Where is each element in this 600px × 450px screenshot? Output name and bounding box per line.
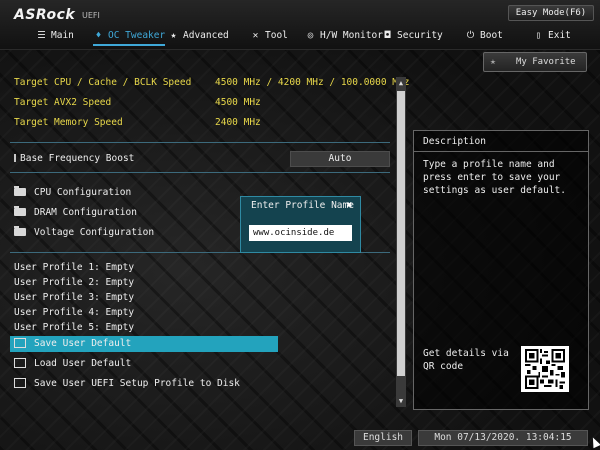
- star-icon: ✭: [490, 57, 496, 67]
- base-frequency-boost-select[interactable]: Auto: [290, 151, 390, 167]
- tab-security[interactable]: ◘ Security: [382, 26, 443, 46]
- load-user-default-item[interactable]: Load User Default: [14, 358, 131, 369]
- tab-exit[interactable]: ▯ Exit: [533, 26, 571, 46]
- summary-label: Target AVX2 Speed: [14, 97, 112, 108]
- user-profile-item[interactable]: User Profile 5: Empty: [14, 322, 134, 333]
- list-icon: ☰: [37, 30, 46, 41]
- description-text: Type a profile name and press enter to s…: [423, 159, 566, 196]
- exit-icon: ▯: [535, 30, 542, 41]
- load-icon: [14, 358, 26, 368]
- submenu-dram-configuration[interactable]: DRAM Configuration: [14, 206, 137, 218]
- divider: [10, 142, 390, 143]
- tab-main[interactable]: ☰ Main: [36, 26, 74, 46]
- my-favorite-button[interactable]: ✭ My Favorite: [483, 52, 587, 72]
- uefi-label: UEFI: [82, 11, 100, 20]
- shield-icon: ◘: [384, 30, 391, 41]
- star-icon: ★: [170, 30, 177, 41]
- tab-advanced[interactable]: ★ Advanced: [168, 26, 229, 46]
- tab-tool[interactable]: ✕ Tool: [250, 26, 288, 46]
- submenu-cpu-configuration[interactable]: CPU Configuration: [14, 186, 131, 198]
- submenu-voltage-configuration[interactable]: Voltage Configuration: [14, 226, 154, 238]
- mouse-cursor-icon: [589, 435, 600, 449]
- qr-label: Get details via QR code: [423, 348, 509, 372]
- language-button[interactable]: English: [354, 430, 412, 446]
- row-marker: [14, 154, 16, 162]
- profile-name-input[interactable]: [249, 225, 352, 241]
- user-profile-item[interactable]: User Profile 2: Empty: [14, 277, 134, 288]
- monitor-icon: ◎: [307, 30, 314, 41]
- scroll-up-icon[interactable]: ▲: [396, 78, 406, 88]
- scrollbar-thumb[interactable]: [397, 91, 405, 376]
- tools-icon: ✕: [252, 30, 259, 41]
- summary-label: Target CPU / Cache / BCLK Speed: [14, 77, 192, 88]
- tab-boot[interactable]: ⏻ Boot: [465, 26, 503, 46]
- disk-icon: [14, 378, 26, 388]
- user-profile-item[interactable]: User Profile 1: Empty: [14, 262, 134, 273]
- save-icon: [14, 338, 26, 348]
- save-user-default-item[interactable]: Save User Default: [14, 338, 131, 349]
- qr-code-icon: [521, 346, 569, 392]
- base-frequency-boost-row[interactable]: Base Frequency Boost: [14, 153, 134, 164]
- summary-label: Target Memory Speed: [14, 117, 123, 128]
- power-icon: ⏻: [466, 30, 475, 41]
- date-time-display: Mon 07/13/2020. 13:04:15: [418, 430, 588, 446]
- asrock-logo: ASRock: [14, 7, 76, 23]
- easy-mode-button[interactable]: Easy Mode(F6): [508, 5, 594, 21]
- close-icon[interactable]: ✖: [343, 199, 356, 212]
- folder-icon: [14, 186, 26, 196]
- summary-value: 2400 MHz: [215, 117, 261, 128]
- flame-icon: ♦: [95, 30, 102, 41]
- user-profile-item[interactable]: User Profile 3: Empty: [14, 292, 134, 303]
- scroll-down-icon[interactable]: ▼: [396, 396, 406, 406]
- folder-icon: [14, 206, 26, 216]
- summary-value: 4500 MHz / 4200 MHz / 100.0000 MHz: [215, 77, 410, 88]
- save-profile-to-disk-item[interactable]: Save User UEFI Setup Profile to Disk: [14, 378, 240, 389]
- folder-icon: [14, 226, 26, 236]
- tab-oc-tweaker[interactable]: ♦ OC Tweaker: [93, 26, 166, 46]
- dialog-title: Enter Profile Name: [251, 200, 354, 211]
- tab-hw-monitor[interactable]: ◎ H/W Monitor: [305, 26, 383, 46]
- summary-value: 4500 MHz: [215, 97, 261, 108]
- divider: [10, 172, 390, 173]
- user-profile-item[interactable]: User Profile 4: Empty: [14, 307, 134, 318]
- description-title: Description: [423, 136, 486, 147]
